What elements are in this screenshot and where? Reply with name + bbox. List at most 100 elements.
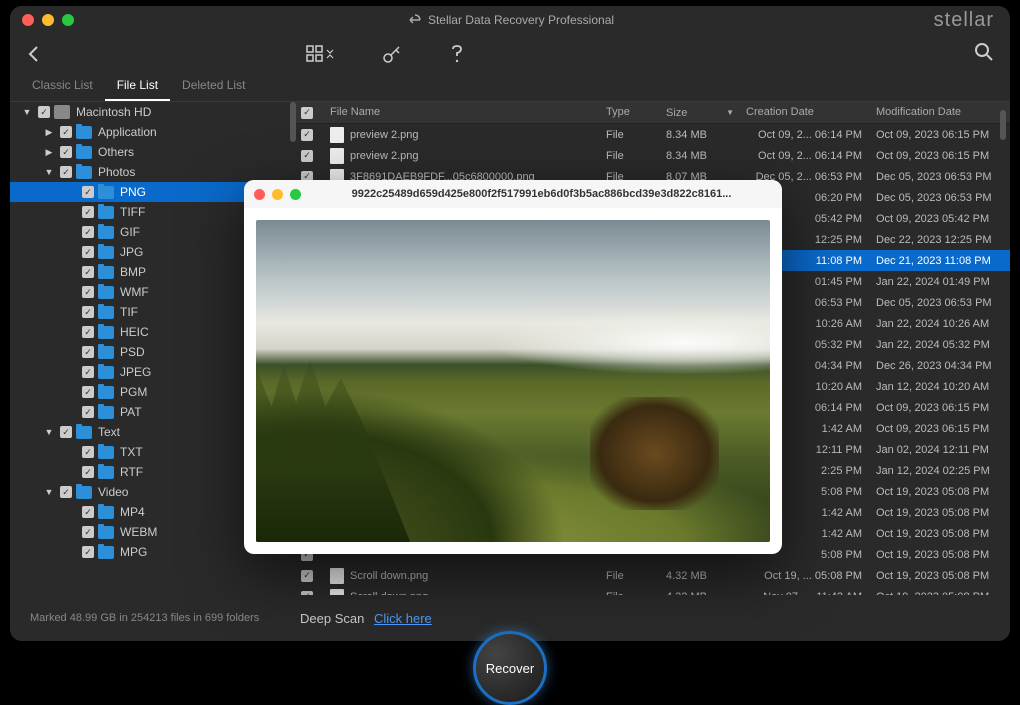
close-window-icon[interactable] <box>22 14 34 26</box>
tree-checkbox[interactable]: ✓ <box>60 426 72 438</box>
tree-checkbox[interactable]: ✓ <box>60 486 72 498</box>
tree-checkbox[interactable]: ✓ <box>38 106 50 118</box>
file-mdate-cell: Jan 12, 2024 10:20 AM <box>870 377 1010 397</box>
file-row[interactable]: ✓Scroll down.pngFile4.32 MBOct 19, ... 0… <box>290 565 1010 586</box>
file-icon <box>330 568 344 584</box>
disclosure-icon[interactable]: ▶ <box>42 147 56 158</box>
tree-label: PSD <box>120 345 145 359</box>
minimize-window-icon[interactable] <box>42 14 54 26</box>
folder-icon <box>98 386 114 399</box>
disclosure-icon[interactable]: ▼ <box>42 487 56 497</box>
tree-checkbox[interactable]: ✓ <box>82 526 94 538</box>
file-row[interactable]: ✓preview 2.pngFile8.34 MBOct 09, 2... 06… <box>290 145 1010 166</box>
tree-checkbox[interactable]: ✓ <box>82 466 94 478</box>
tree-checkbox[interactable]: ✓ <box>82 406 94 418</box>
tree-item-application[interactable]: ▶✓Application <box>10 122 290 142</box>
tree-checkbox[interactable]: ✓ <box>82 506 94 518</box>
folder-icon <box>98 446 114 459</box>
preview-maximize-icon[interactable] <box>290 189 301 200</box>
tree-checkbox[interactable]: ✓ <box>60 146 72 158</box>
col-type[interactable]: Type <box>600 102 660 123</box>
tree-checkbox[interactable]: ✓ <box>82 206 94 218</box>
preview-close-icon[interactable] <box>254 189 265 200</box>
file-mdate-cell: Oct 19, 2023 05:08 PM <box>870 524 1010 544</box>
tree-item-others[interactable]: ▶✓Others <box>10 142 290 162</box>
file-mdate-cell: Oct 09, 2023 05:42 PM <box>870 209 1010 229</box>
disclosure-icon[interactable]: ▼ <box>20 107 34 117</box>
disclosure-icon[interactable]: ▶ <box>42 127 56 138</box>
back-icon[interactable] <box>26 44 40 64</box>
col-cdate[interactable]: Creation Date <box>740 102 870 123</box>
disclosure-icon[interactable]: ▼ <box>42 167 56 177</box>
preview-window[interactable]: 9922c25489d659d425e800f2f517991eb6d0f3b5… <box>244 180 782 554</box>
app-title: Stellar Data Recovery Professional <box>406 13 614 27</box>
col-filename[interactable]: File Name <box>324 102 600 123</box>
file-size-cell: 4.32 MB <box>660 566 740 586</box>
tree-checkbox[interactable]: ✓ <box>82 366 94 378</box>
file-row[interactable]: ✓Scroll down.pngFile4.32 MBNov 07, ... 1… <box>290 586 1010 595</box>
app-title-text: Stellar Data Recovery Professional <box>428 13 614 27</box>
tree-checkbox[interactable]: ✓ <box>82 286 94 298</box>
col-size[interactable]: Size▼ <box>660 102 740 123</box>
tree-checkbox[interactable]: ✓ <box>82 346 94 358</box>
tab-file-list[interactable]: File List <box>105 74 170 101</box>
file-checkbox[interactable]: ✓ <box>301 570 313 582</box>
file-mdate-cell: Jan 22, 2024 10:26 AM <box>870 314 1010 334</box>
tab-classic-list[interactable]: Classic List <box>20 74 105 101</box>
file-mdate-cell: Jan 22, 2024 01:49 PM <box>870 272 1010 292</box>
tree-label: JPG <box>120 245 143 259</box>
tree-checkbox[interactable]: ✓ <box>82 546 94 558</box>
file-type-cell: File <box>600 587 660 596</box>
file-name-cell: Scroll down.png <box>324 585 600 596</box>
tree-label: HEIC <box>120 325 149 339</box>
folder-icon <box>98 546 114 559</box>
help-icon[interactable] <box>450 44 464 64</box>
tree-checkbox[interactable]: ✓ <box>82 386 94 398</box>
file-row[interactable]: ✓preview 2.pngFile8.34 MBOct 09, 2... 06… <box>290 124 1010 145</box>
tree-label: PAT <box>120 405 142 419</box>
file-checkbox[interactable]: ✓ <box>301 129 313 141</box>
folder-icon <box>98 286 114 299</box>
tree-checkbox[interactable]: ✓ <box>82 226 94 238</box>
disclosure-icon[interactable]: ▼ <box>42 427 56 437</box>
sort-desc-icon: ▼ <box>726 108 734 117</box>
folder-icon <box>76 486 92 499</box>
file-mdate-cell: Jan 12, 2024 02:25 PM <box>870 461 1010 481</box>
folder-icon <box>98 326 114 339</box>
file-checkbox[interactable]: ✓ <box>301 150 313 162</box>
deep-scan-label: Deep Scan <box>300 611 364 626</box>
tree-item-photos[interactable]: ▼✓Photos <box>10 162 290 182</box>
tree-checkbox[interactable]: ✓ <box>82 306 94 318</box>
tree-label: WMF <box>120 285 149 299</box>
file-type-cell: File <box>600 125 660 145</box>
folder-icon <box>98 406 114 419</box>
tree-item-macintosh-hd[interactable]: ▼✓Macintosh HD <box>10 102 290 122</box>
filelist-scrollbar[interactable] <box>1000 110 1006 140</box>
view-grid-icon[interactable] <box>306 45 334 63</box>
tree-checkbox[interactable]: ✓ <box>60 126 72 138</box>
maximize-window-icon[interactable] <box>62 14 74 26</box>
file-mdate-cell: Dec 22, 2023 12:25 PM <box>870 230 1010 250</box>
preview-minimize-icon[interactable] <box>272 189 283 200</box>
tree-checkbox[interactable]: ✓ <box>60 166 72 178</box>
col-mdate[interactable]: Modification Date <box>870 102 1010 123</box>
file-mdate-cell: Oct 19, 2023 05:08 PM <box>870 482 1010 502</box>
file-mdate-cell: Oct 19, 2023 05:08 PM <box>870 545 1010 565</box>
file-cdate-cell: Nov 07, ... 11:42 AM <box>740 587 870 596</box>
tree-checkbox[interactable]: ✓ <box>82 186 94 198</box>
tree-checkbox[interactable]: ✓ <box>82 266 94 278</box>
deep-scan: Deep Scan Click here <box>300 611 432 626</box>
key-icon[interactable] <box>382 44 402 64</box>
tree-checkbox[interactable]: ✓ <box>82 446 94 458</box>
search-icon[interactable] <box>974 42 994 62</box>
tree-checkbox[interactable]: ✓ <box>82 326 94 338</box>
recover-button[interactable]: Recover <box>473 631 547 705</box>
tab-deleted-list[interactable]: Deleted List <box>170 74 257 101</box>
sidebar-scrollbar[interactable] <box>290 102 296 142</box>
select-all-checkbox[interactable]: ✓ <box>301 107 313 119</box>
deep-scan-link[interactable]: Click here <box>374 611 432 626</box>
tree-label: PGM <box>120 385 147 399</box>
tree-label: Text <box>98 425 120 439</box>
tree-label: PNG <box>120 185 146 199</box>
tree-checkbox[interactable]: ✓ <box>82 246 94 258</box>
